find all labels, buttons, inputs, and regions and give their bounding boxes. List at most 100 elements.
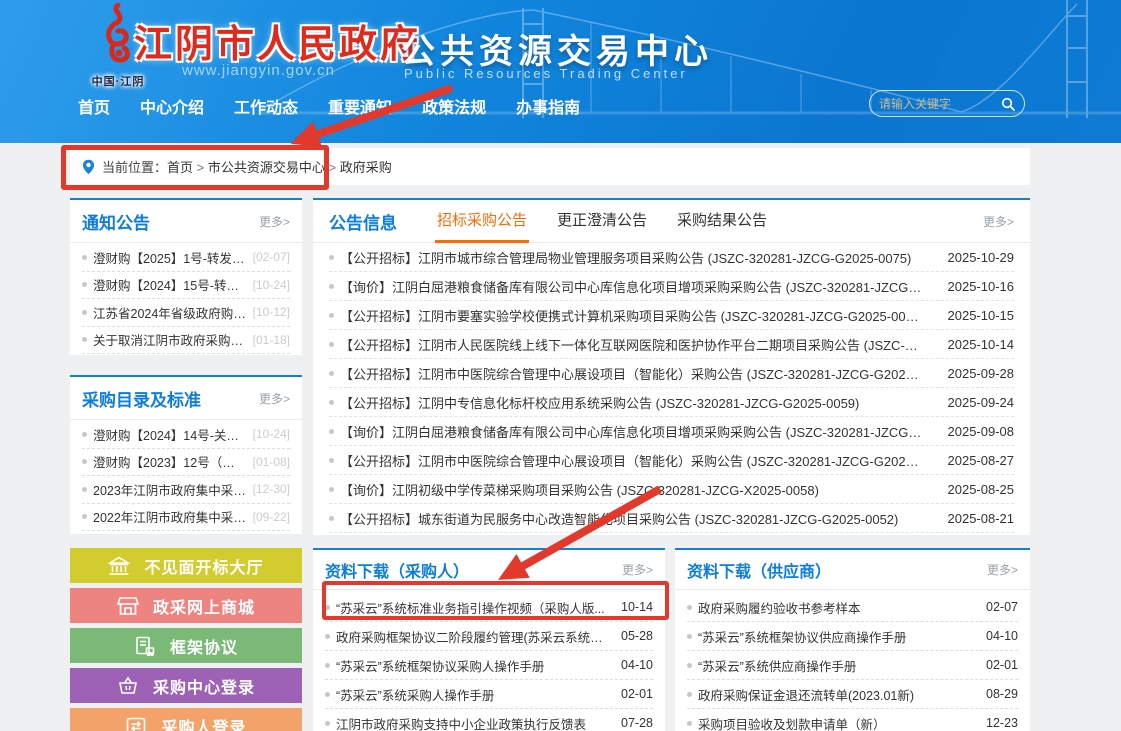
- download-link[interactable]: “苏采云”系统供应商操作手册: [698, 656, 976, 675]
- notices-panel-head: 通知公告 更多>: [70, 200, 302, 243]
- site-header: 中国·江阴 江阴市人民政府 www.jiangyin.gov.cn 公共资源交易…: [0, 0, 1121, 143]
- bullet-dot-icon: [325, 692, 330, 697]
- announcement-link[interactable]: 【公开招标】城东街道为民服务中心改造智能化项目采购公告 (JSZC-320281…: [340, 509, 922, 528]
- list-item[interactable]: “苏采云”系统框架协议采购人操作手册 04-10: [325, 651, 653, 680]
- announcement-tab[interactable]: 更正澄清公告: [555, 200, 649, 243]
- list-item[interactable]: “苏采云”系统供应商操作手册 02-01: [687, 651, 1018, 680]
- quick-link-open-bidding-hall[interactable]: 不见面开标大厅: [70, 548, 302, 583]
- breadcrumb-item[interactable]: 政府采购: [325, 160, 392, 175]
- announcement-tab[interactable]: 采购结果公告: [675, 200, 769, 243]
- list-item[interactable]: 关于取消江阴市政府采购中心... [01-18]: [82, 327, 290, 355]
- announcement-link[interactable]: 【询价】江阴初级中学传菜梯采购项目采购公告 (JSZC-320281-JZCG-…: [340, 480, 922, 499]
- main-nav: 首页 中心介绍 工作动态 重要通知 政策法规 办事指南: [78, 94, 580, 118]
- table-row[interactable]: 【公开招标】江阴市中医院综合管理中心展设项目（智能化）采购公告 (JSZC-32…: [329, 359, 1014, 388]
- nav-item[interactable]: 政策法规: [422, 94, 486, 118]
- quick-link-label: 政采网上商城: [153, 594, 255, 618]
- location-pin-icon: [82, 159, 95, 175]
- catalog-link[interactable]: 澄财购【2024】14号-关于转...: [93, 425, 247, 444]
- download-link[interactable]: 政府采购履约验收书参考样本: [698, 598, 976, 617]
- search-input[interactable]: [879, 97, 1001, 111]
- download-link[interactable]: 政府采购框架协议二阶段履约管理(苏采云系统操...: [336, 627, 611, 646]
- downloads-purchaser-title: 资料下载（采购人）: [325, 558, 469, 582]
- announcement-link[interactable]: 【公开招标】江阴市中医院综合管理中心展设项目（智能化）采购公告 (JSZC-32…: [340, 364, 922, 383]
- announcement-link[interactable]: 【询价】江阴白屈港粮食储备库有限公司中心库信息化项目增项采购采购公告 (JSZC…: [340, 277, 922, 296]
- nav-item[interactable]: 中心介绍: [140, 94, 204, 118]
- downloads-purchaser-more-link[interactable]: 更多>: [622, 561, 653, 578]
- catalog-date: [10-24]: [253, 427, 290, 441]
- notices-more-link[interactable]: 更多>: [259, 213, 290, 230]
- table-row[interactable]: 【公开招标】江阴市要塞实验学校便携式计算机采购项目采购公告 (JSZC-3202…: [329, 301, 1014, 330]
- nav-item[interactable]: 重要通知: [328, 94, 392, 118]
- list-item[interactable]: 2023年江阴市政府集中采购目... [12-30]: [82, 476, 290, 504]
- nav-item[interactable]: 工作动态: [234, 94, 298, 118]
- announcement-link[interactable]: 【公开招标】江阴市人民医院线上线下一体化互联网医院和医护协作平台二期项目采购公告…: [340, 335, 922, 354]
- list-item[interactable]: 澄财购【2025】1号-转发江苏... [02-07]: [82, 244, 290, 272]
- table-row[interactable]: 【公开招标】城东街道为民服务中心改造智能化项目采购公告 (JSZC-320281…: [329, 504, 1014, 533]
- list-item[interactable]: 2022年江阴市政府集中采购目... [09-22]: [82, 504, 290, 532]
- download-link[interactable]: “苏采云”系统框架协议采购人操作手册: [336, 656, 611, 675]
- notice-link[interactable]: 江苏省2024年省级政府购买服...: [93, 303, 247, 322]
- download-link[interactable]: “苏采云”系统框架协议供应商操作手册: [698, 627, 976, 646]
- announcement-date: 2025-08-25: [948, 482, 1015, 497]
- notice-link[interactable]: 关于取消江阴市政府采购中心...: [93, 330, 247, 349]
- announcements-panel: 公告信息 招标采购公告更正澄清公告采购结果公告 更多> 【公开招标】江阴市城市综…: [313, 198, 1030, 535]
- list-item[interactable]: 采购项目验收及划款申请单（新） 12-23: [687, 709, 1018, 731]
- notice-link[interactable]: 澄财购【2024】15号-转发《...: [93, 275, 247, 294]
- quick-link-procurement-center-login[interactable]: 采购中心登录: [70, 668, 302, 703]
- list-item[interactable]: “苏采云”系统标准业务指引操作视频（采购人版... 10-14: [325, 593, 653, 622]
- downloads-supplier-more-link[interactable]: 更多>: [987, 561, 1018, 578]
- announcement-link[interactable]: 【询价】江阴白屈港粮食储备库有限公司中心库信息化项目增项采购采购公告 (JSZC…: [340, 422, 922, 441]
- center-subtitle: Public Resources Trading Center: [404, 66, 688, 81]
- nav-item[interactable]: 办事指南: [516, 94, 580, 118]
- download-link[interactable]: “苏采云”系统采购人操作手册: [336, 685, 611, 704]
- catalog-link[interactable]: 2023年江阴市政府集中采购目...: [93, 480, 247, 499]
- list-item[interactable]: 澄财购【2024】14号-关于转... [10-24]: [82, 421, 290, 449]
- list-item[interactable]: “苏采云”系统框架协议供应商操作手册 04-10: [687, 622, 1018, 651]
- breadcrumb-item[interactable]: 首页: [167, 160, 193, 175]
- notice-link[interactable]: 澄财购【2025】1号-转发江苏...: [93, 248, 247, 267]
- catalog-link[interactable]: 澄财购【2023】12号（关于转...: [93, 452, 247, 471]
- list-item[interactable]: 政府采购框架协议二阶段履约管理(苏采云系统操... 05-28: [325, 622, 653, 651]
- search-button[interactable]: [1001, 97, 1015, 111]
- list-item[interactable]: 澄财购【2023】12号（关于转... [01-08]: [82, 449, 290, 477]
- quick-link-framework-agreement[interactable]: 框架协议: [70, 628, 302, 663]
- announcement-link[interactable]: 【公开招标】江阴中专信息化标杆校应用系统采购公告 (JSZC-320281-JZ…: [340, 393, 922, 412]
- table-row[interactable]: 【询价】江阴白屈港粮食储备库有限公司中心库信息化项目增项采购采购公告 (JSZC…: [329, 417, 1014, 446]
- announcement-link[interactable]: 【公开招标】江阴市要塞实验学校便携式计算机采购项目采购公告 (JSZC-3202…: [340, 306, 922, 325]
- quick-link-purchaser-login[interactable]: 采购人登录: [70, 708, 302, 731]
- list-item[interactable]: 江苏省2024年省级政府购买服... [10-12]: [82, 299, 290, 327]
- announcement-tab[interactable]: 招标采购公告: [435, 200, 529, 243]
- table-row[interactable]: 【公开招标】江阴市中医院综合管理中心展设项目（智能化）采购公告 (JSZC-32…: [329, 446, 1014, 475]
- table-row[interactable]: 【询价】江阴白屈港粮食储备库有限公司中心库信息化项目增项采购采购公告 (JSZC…: [329, 272, 1014, 301]
- download-link[interactable]: 采购项目验收及划款申请单（新）: [698, 714, 976, 731]
- list-item[interactable]: 政府采购保证金退还流转单(2023.01新) 08-29: [687, 680, 1018, 709]
- bank-icon: [108, 556, 130, 576]
- announcement-link[interactable]: 【公开招标】江阴市中医院综合管理中心展设项目（智能化）采购公告 (JSZC-32…: [340, 451, 922, 470]
- site-url: www.jiangyin.gov.cn: [182, 62, 335, 79]
- breadcrumb-trail: 首页市公共资源交易中心政府采购: [167, 157, 392, 176]
- list-item[interactable]: 政府采购履约验收书参考样本 02-07: [687, 593, 1018, 622]
- announcement-link[interactable]: 【公开招标】江阴市城市综合管理局物业管理服务项目采购公告 (JSZC-32028…: [340, 248, 922, 267]
- quick-links: 不见面开标大厅 政采网上商城 框架协议 采购中心登录: [70, 548, 302, 731]
- list-item[interactable]: 江阴市政府采购支持中小企业政策执行反馈表 07-28: [325, 709, 653, 731]
- nav-item[interactable]: 首页: [78, 94, 110, 118]
- catalog-link[interactable]: 2022年江阴市政府集中采购目...: [93, 507, 247, 526]
- download-link[interactable]: 政府采购保证金退还流转单(2023.01新): [698, 685, 976, 704]
- quick-link-online-mall[interactable]: 政采网上商城: [70, 588, 302, 623]
- list-item[interactable]: “苏采云”系统采购人操作手册 02-01: [325, 680, 653, 709]
- breadcrumb-item[interactable]: 市公共资源交易中心: [193, 160, 325, 175]
- notices-panel: 通知公告 更多> 澄财购【2025】1号-转发江苏... [02-07] 澄财购…: [70, 198, 302, 355]
- announcement-date: 2025-08-27: [948, 453, 1015, 468]
- list-item[interactable]: 澄财购【2024】15号-转发《... [10-24]: [82, 272, 290, 300]
- announcements-more-link[interactable]: 更多>: [983, 213, 1014, 230]
- download-date: 04-10: [621, 658, 653, 672]
- catalog-more-link[interactable]: 更多>: [259, 390, 290, 407]
- table-row[interactable]: 【询价】江阴初级中学传菜梯采购项目采购公告 (JSZC-320281-JZCG-…: [329, 475, 1014, 504]
- table-row[interactable]: 【公开招标】江阴市人民医院线上线下一体化互联网医院和医护协作平台二期项目采购公告…: [329, 330, 1014, 359]
- announcement-date: 2025-09-24: [948, 395, 1015, 410]
- download-link[interactable]: 江阴市政府采购支持中小企业政策执行反馈表: [336, 714, 611, 731]
- table-row[interactable]: 【公开招标】江阴中专信息化标杆校应用系统采购公告 (JSZC-320281-JZ…: [329, 388, 1014, 417]
- download-link[interactable]: “苏采云”系统标准业务指引操作视频（采购人版...: [336, 598, 611, 617]
- table-row[interactable]: 【公开招标】江阴市城市综合管理局物业管理服务项目采购公告 (JSZC-32028…: [329, 243, 1014, 272]
- bullet-dot-icon: [325, 663, 330, 668]
